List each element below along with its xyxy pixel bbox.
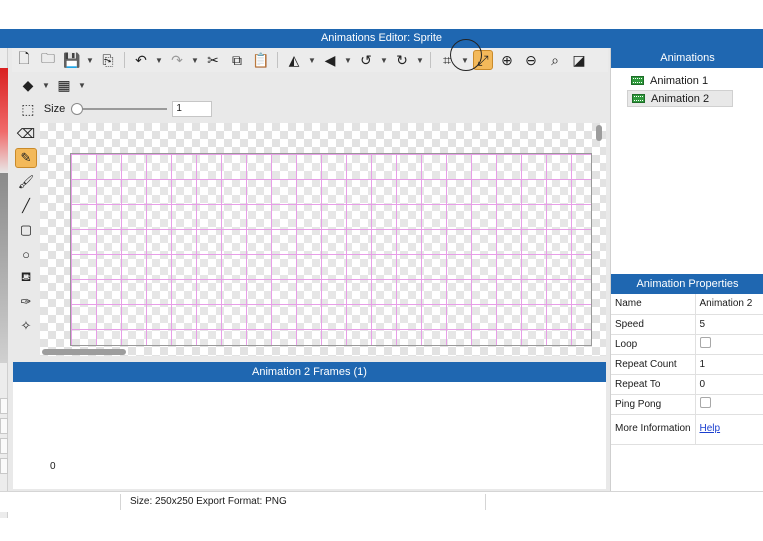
properties-panel-title: Animation Properties xyxy=(611,274,763,294)
toolbar-divider xyxy=(430,52,431,68)
frame-number: 0 xyxy=(50,461,56,472)
zoom-out-icon[interactable]: ⊖ xyxy=(521,50,541,70)
property-key: Name xyxy=(611,294,696,315)
property-row: Repeat To 0 xyxy=(611,374,763,395)
size-toolbar: ⬚ Size 1 xyxy=(12,99,212,119)
chevron-down-icon[interactable]: ▼ xyxy=(344,50,352,70)
export-icon[interactable]: ⎘ xyxy=(98,50,118,70)
property-key: Repeat Count xyxy=(611,354,696,375)
property-row: Repeat Count 1 xyxy=(611,354,763,375)
layers-icon[interactable]: ◆ xyxy=(18,75,38,95)
property-key: Speed xyxy=(611,314,696,335)
chevron-down-icon[interactable]: ▼ xyxy=(42,75,50,95)
grid-icon[interactable]: ▦ xyxy=(54,75,74,95)
film-strip-icon xyxy=(631,76,644,85)
copy-icon[interactable]: ⧉ xyxy=(227,50,247,70)
paint-bucket-icon[interactable]: ⛾ xyxy=(15,268,37,288)
property-value[interactable]: 1 xyxy=(695,354,763,375)
magic-wand-icon[interactable]: ✧ xyxy=(15,316,37,336)
status-bar: Size: 250x250 Export Format: PNG xyxy=(0,491,763,512)
main-toolbar: 🗋 🗀 💾 ▼ ⎘ ↶ ▼ ↷ ▼ ✂ ⧉ 📋 ◭ ▼ ◀ ▼ ↺ ▼ ↻ ▼ … xyxy=(12,48,608,72)
chevron-down-icon[interactable]: ▼ xyxy=(155,50,163,70)
property-row: More Information Help xyxy=(611,414,763,445)
fit-icon[interactable]: ◪ xyxy=(569,50,589,70)
animation-list-item[interactable]: Animation 1 xyxy=(627,72,733,89)
animation-label: Animation 2 xyxy=(651,92,710,105)
flip-horizontal-icon[interactable]: ◭ xyxy=(284,50,304,70)
animation-list-item[interactable]: Animation 2 xyxy=(627,90,733,107)
new-file-icon[interactable]: 🗋 xyxy=(14,50,34,70)
chevron-down-icon[interactable]: ▼ xyxy=(380,50,388,70)
size-label: Size xyxy=(43,103,66,115)
flip-vertical-icon[interactable]: ◀ xyxy=(320,50,340,70)
toolbar-divider xyxy=(124,52,125,68)
layer-grid-toolbar: ◆ ▼ ▦ ▼ xyxy=(12,75,212,95)
sprite-canvas-area[interactable] xyxy=(40,123,606,356)
size-slider[interactable] xyxy=(71,103,168,115)
animations-panel-title: Animations xyxy=(611,48,763,68)
loop-checkbox[interactable] xyxy=(699,337,711,348)
sprite-pixel-grid[interactable] xyxy=(70,153,592,346)
size-input[interactable]: 1 xyxy=(172,101,212,117)
chevron-down-icon[interactable]: ▼ xyxy=(191,50,199,70)
frames-panel-title: Animation 2 Frames (1) xyxy=(13,362,606,382)
rotate-left-icon[interactable]: ↺ xyxy=(356,50,376,70)
property-key: Repeat To xyxy=(611,374,696,395)
redo-icon[interactable]: ↷ xyxy=(167,50,187,70)
eraser-icon[interactable]: ⌫ xyxy=(15,124,37,144)
horizontal-scrollbar[interactable] xyxy=(42,349,126,355)
undo-icon[interactable]: ↶ xyxy=(131,50,151,70)
paste-icon[interactable]: 📋 xyxy=(251,50,271,70)
toolbar-divider xyxy=(277,52,278,68)
property-value[interactable]: Animation 2 xyxy=(695,294,763,315)
left-edge-strip xyxy=(0,48,8,518)
properties-table: Name Animation 2 Speed 5 Loop Repeat Cou… xyxy=(611,294,763,445)
animations-list: Animation 1 Animation 2 xyxy=(611,68,763,107)
rotate-right-icon[interactable]: ↻ xyxy=(392,50,412,70)
property-value[interactable]: 5 xyxy=(695,314,763,335)
zoom-in-icon[interactable]: ⊕ xyxy=(497,50,517,70)
window-title: Animations Editor: Sprite xyxy=(0,29,763,48)
cut-icon[interactable]: ✂ xyxy=(203,50,223,70)
property-row: Speed 5 xyxy=(611,314,763,335)
property-key: Ping Pong xyxy=(611,394,696,415)
chevron-down-icon[interactable]: ▼ xyxy=(308,50,316,70)
save-icon[interactable]: 💾 xyxy=(62,50,82,70)
vertical-scrollbar[interactable] xyxy=(596,125,602,141)
pencil-icon[interactable]: ✎ xyxy=(15,148,37,168)
right-panel: Animations Animation 1 Animation 2 Anima… xyxy=(610,48,763,491)
film-strip-icon xyxy=(632,94,645,103)
rectangle-icon[interactable]: ▢ xyxy=(15,220,37,240)
help-link[interactable]: Help xyxy=(700,423,721,434)
animation-label: Animation 1 xyxy=(650,74,709,87)
selection-icon[interactable]: ⬚ xyxy=(18,99,38,119)
property-key: Loop xyxy=(611,334,696,355)
cursor-highlight-circle xyxy=(450,39,482,71)
open-folder-icon[interactable]: 🗀 xyxy=(38,50,58,70)
chevron-down-icon[interactable]: ▼ xyxy=(78,75,86,95)
chevron-down-icon[interactable]: ▼ xyxy=(416,50,424,70)
chevron-down-icon[interactable]: ▼ xyxy=(86,50,94,70)
frames-panel[interactable]: 0 xyxy=(13,382,606,489)
ellipse-icon[interactable]: ○ xyxy=(15,244,37,264)
brush-icon[interactable]: 🖌 xyxy=(15,172,37,192)
property-row: Loop xyxy=(611,334,763,355)
size-slider-thumb[interactable] xyxy=(71,103,84,115)
property-row: Ping Pong xyxy=(611,394,763,415)
property-key: More Information xyxy=(611,414,696,445)
property-value[interactable]: 0 xyxy=(695,374,763,395)
property-row: Name Animation 2 xyxy=(611,294,763,315)
zoom-actual-icon[interactable]: ⌕ xyxy=(545,50,565,70)
status-text: Size: 250x250 Export Format: PNG xyxy=(130,496,287,507)
animations-editor-window: Animations Editor: Sprite 🗋 🗀 💾 ▼ ⎘ ↶ ▼ … xyxy=(0,29,763,518)
drawing-tools: ⌫ ✎ 🖌 ╱ ▢ ○ ⛾ ✑ ✧ xyxy=(12,124,40,356)
line-icon[interactable]: ╱ xyxy=(15,196,37,216)
eyedropper-icon[interactable]: ✑ xyxy=(15,292,37,312)
ping-pong-checkbox[interactable] xyxy=(699,397,711,408)
